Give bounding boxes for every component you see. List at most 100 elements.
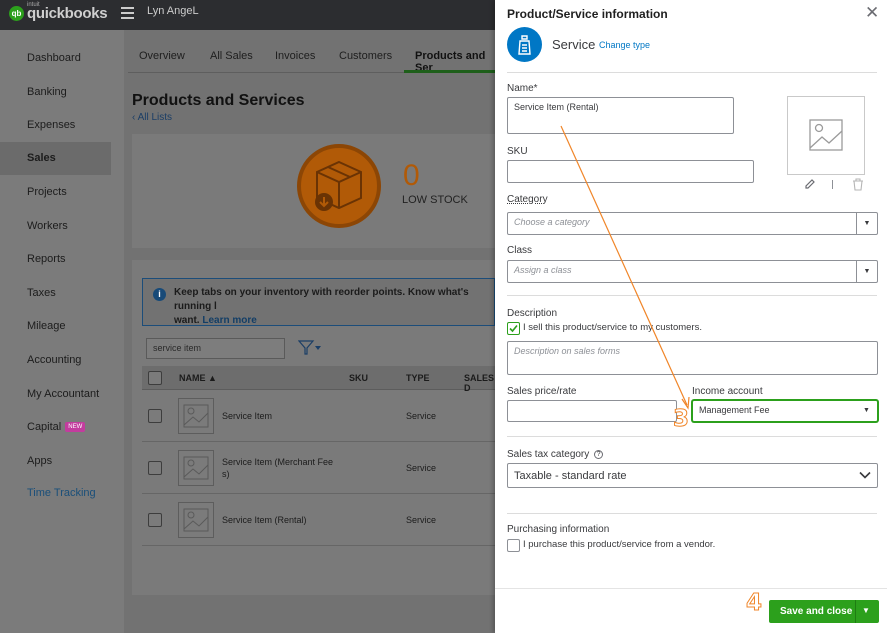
row-checkbox[interactable] bbox=[148, 409, 162, 423]
name-field[interactable]: Service Item (Rental) bbox=[507, 97, 734, 134]
product-image-upload[interactable] bbox=[787, 96, 865, 175]
quickbooks-logo[interactable]: qb intuit quickbooks bbox=[9, 2, 108, 22]
item-name[interactable]: Service Item bbox=[222, 410, 342, 422]
chevron-down-icon[interactable] bbox=[859, 470, 871, 483]
divider bbox=[507, 513, 877, 514]
sales-price-field[interactable] bbox=[507, 400, 677, 422]
sidebar: Dashboard Banking Expenses Sales Project… bbox=[0, 30, 124, 633]
chevron-down-icon[interactable]: ▼ bbox=[856, 401, 877, 421]
image-placeholder-icon bbox=[178, 450, 214, 486]
tab-all-sales[interactable]: All Sales bbox=[210, 50, 253, 62]
purchasing-label: Purchasing information bbox=[507, 524, 610, 535]
row-checkbox[interactable] bbox=[148, 513, 162, 527]
sidebar-item-capital[interactable]: Capital NEW bbox=[0, 411, 111, 444]
sidebar-item-banking[interactable]: Banking bbox=[0, 76, 111, 109]
item-type: Service bbox=[406, 515, 437, 525]
service-type-icon bbox=[507, 27, 542, 62]
divider bbox=[832, 180, 833, 189]
sales-description-field[interactable]: Description on sales forms bbox=[507, 341, 878, 375]
sidebar-item-my-accountant[interactable]: My Accountant bbox=[0, 378, 111, 411]
tab-overview[interactable]: Overview bbox=[139, 50, 185, 62]
sidebar-item-time-tracking[interactable]: Time Tracking bbox=[0, 477, 111, 510]
low-stock-panel: 0 LOW STOCK bbox=[132, 134, 495, 248]
sku-field[interactable] bbox=[507, 160, 754, 183]
info-icon: i bbox=[153, 288, 166, 301]
chevron-down-icon[interactable]: ▼ bbox=[856, 213, 877, 234]
income-account-value: Management Fee bbox=[699, 405, 770, 415]
purchase-checkbox-label: I purchase this product/service from a v… bbox=[523, 539, 716, 550]
product-service-panel: Product/Service information ✕ Service Ch… bbox=[495, 0, 887, 633]
close-icon[interactable]: ✕ bbox=[865, 4, 879, 21]
tab-invoices[interactable]: Invoices bbox=[275, 50, 315, 62]
item-type-label: Service bbox=[552, 37, 596, 52]
item-name[interactable]: Service Item (Rental) bbox=[222, 514, 342, 526]
qb-logo-icon: qb bbox=[9, 6, 24, 21]
column-header-name[interactable]: NAME ▲ bbox=[179, 373, 217, 383]
sidebar-item-reports[interactable]: Reports bbox=[0, 243, 111, 276]
sell-checkbox[interactable] bbox=[507, 322, 520, 335]
tab-customers[interactable]: Customers bbox=[339, 50, 392, 62]
sidebar-item-dashboard[interactable]: Dashboard bbox=[0, 42, 111, 75]
all-lists-link[interactable]: ‹ All Lists bbox=[132, 112, 172, 123]
filter-icon[interactable] bbox=[297, 340, 322, 359]
item-name[interactable]: Service Item (Merchant Fee s) bbox=[222, 456, 340, 480]
item-type: Service bbox=[406, 463, 437, 473]
sell-checkbox-label: I sell this product/service to my custom… bbox=[523, 322, 702, 333]
class-label: Class bbox=[507, 245, 533, 256]
page-title: Products and Services bbox=[132, 92, 305, 109]
inventory-box-icon bbox=[297, 144, 381, 228]
sidebar-item-accounting[interactable]: Accounting bbox=[0, 344, 111, 377]
sidebar-item-sales[interactable]: Sales bbox=[0, 142, 111, 175]
chevron-down-icon[interactable]: ▼ bbox=[856, 261, 877, 282]
save-and-close-button[interactable]: Save and close ▼ bbox=[769, 600, 879, 623]
category-placeholder: Choose a category bbox=[514, 217, 590, 227]
hamburger-menu-icon[interactable] bbox=[121, 7, 134, 19]
low-stock-count: 0 bbox=[403, 159, 420, 192]
sidebar-item-apps[interactable]: Apps bbox=[0, 445, 111, 478]
edit-image-icon[interactable] bbox=[804, 178, 816, 193]
change-type-link[interactable]: Change type bbox=[599, 40, 650, 50]
row-checkbox[interactable] bbox=[148, 461, 162, 475]
sales-tax-label-text: Sales tax category bbox=[507, 449, 590, 460]
class-dropdown[interactable]: Assign a class ▼ bbox=[507, 260, 878, 283]
sku-label: SKU bbox=[507, 146, 528, 157]
table-header: NAME ▲ SKU TYPE SALES D bbox=[142, 366, 495, 393]
select-all-checkbox[interactable] bbox=[148, 371, 162, 385]
sales-tax-label: Sales tax category ? bbox=[507, 449, 604, 460]
table-row[interactable]: Service Item Service bbox=[142, 390, 495, 442]
sidebar-item-projects[interactable]: Projects bbox=[0, 176, 111, 209]
income-account-dropdown[interactable]: Management Fee ▼ bbox=[692, 400, 878, 422]
search-input[interactable]: service item bbox=[146, 338, 285, 359]
info-banner-text-2: want. bbox=[174, 315, 200, 326]
divider bbox=[507, 295, 877, 296]
intuit-label: intuit bbox=[27, 2, 40, 8]
top-bar: qb intuit quickbooks Lyn AngeL bbox=[0, 0, 495, 30]
sales-tax-dropdown[interactable]: Taxable - standard rate bbox=[507, 463, 878, 488]
table-row[interactable]: Service Item (Merchant Fee s) Service bbox=[142, 442, 495, 494]
column-header-sku[interactable]: SKU bbox=[349, 373, 368, 383]
income-account-label: Income account bbox=[692, 386, 763, 397]
sidebar-item-label: Capital bbox=[27, 421, 62, 433]
sidebar-item-workers[interactable]: Workers bbox=[0, 210, 111, 243]
category-dropdown[interactable]: Choose a category ▼ bbox=[507, 212, 878, 235]
active-tab-indicator bbox=[404, 70, 499, 73]
panel-title: Product/Service information bbox=[507, 7, 668, 21]
table-row[interactable]: Service Item (Rental) Service bbox=[142, 494, 495, 546]
sidebar-item-taxes[interactable]: Taxes bbox=[0, 277, 111, 310]
sales-price-label: Sales price/rate bbox=[507, 386, 577, 397]
divider bbox=[507, 436, 877, 437]
sidebar-item-expenses[interactable]: Expenses bbox=[0, 109, 111, 142]
help-icon[interactable]: ? bbox=[594, 450, 604, 459]
column-header-type[interactable]: TYPE bbox=[406, 373, 430, 383]
category-label: Category bbox=[507, 194, 548, 205]
purchase-checkbox[interactable] bbox=[507, 539, 520, 552]
sidebar-item-mileage[interactable]: Mileage bbox=[0, 310, 111, 343]
divider bbox=[507, 72, 877, 73]
learn-more-link[interactable]: Learn more bbox=[202, 315, 256, 326]
delete-image-icon[interactable] bbox=[852, 178, 864, 194]
item-type: Service bbox=[406, 411, 437, 421]
image-placeholder-icon bbox=[178, 398, 214, 434]
button-separator bbox=[855, 600, 856, 623]
sales-tabs: Overview All Sales Invoices Customers Pr… bbox=[128, 42, 499, 74]
chevron-down-icon[interactable]: ▼ bbox=[862, 606, 870, 615]
